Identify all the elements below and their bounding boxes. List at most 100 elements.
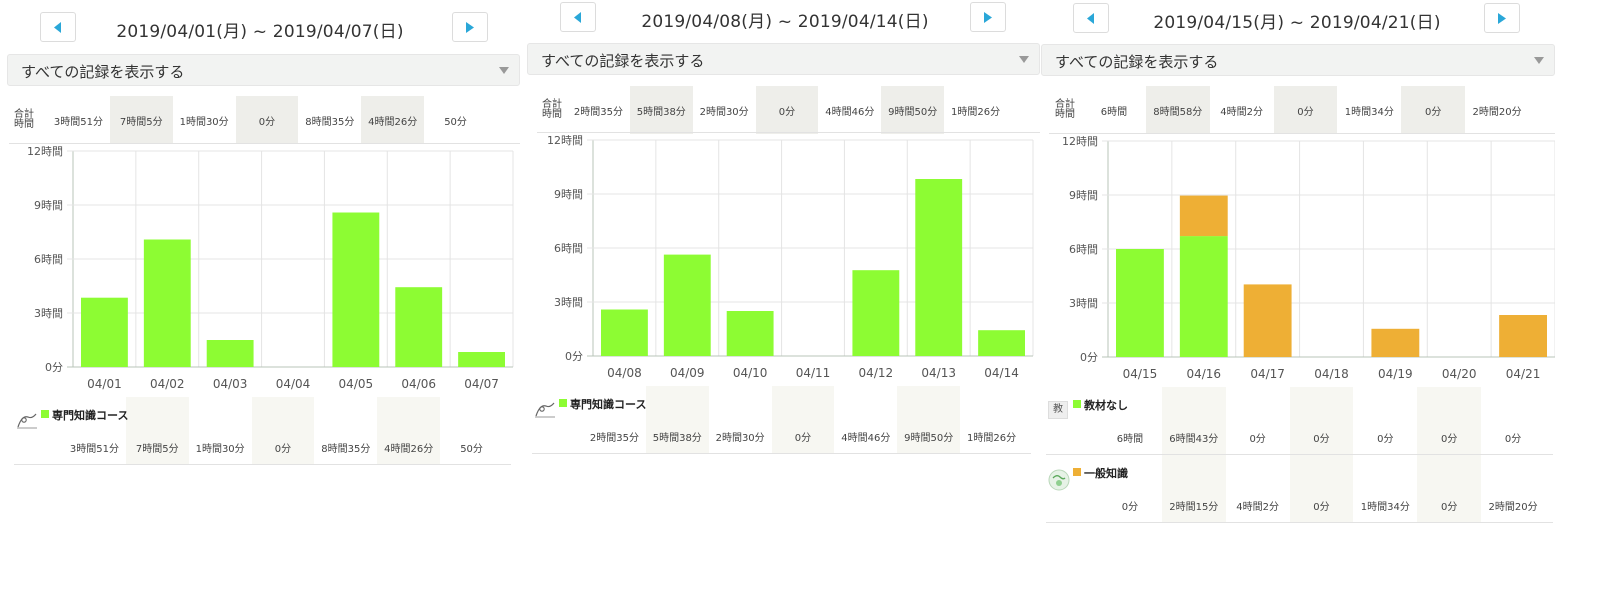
date-range-title: 2019/04/08(月) ~ 2019/04/14(日): [641, 12, 929, 32]
bar[interactable]: [852, 270, 900, 356]
legend-value: 0分: [1313, 502, 1330, 513]
legend-value-cell: 0分: [771, 386, 835, 454]
legend-value: 0分: [1377, 434, 1394, 445]
legend-name: 専門知識コース: [570, 398, 647, 411]
next-week-button[interactable]: [1484, 3, 1520, 33]
legend-value-cell: 0分: [1417, 455, 1482, 523]
total-cell: 2時間20分: [1472, 106, 1522, 118]
total-cell: 8時間58分: [1145, 86, 1210, 134]
prev-week-button[interactable]: [560, 2, 596, 32]
legend-value-cell: 1時間34分: [1353, 455, 1417, 523]
bar[interactable]: [143, 239, 191, 367]
week-panel-2: 2019/04/08(月) ~ 2019/04/14(日) すべての記録を表示す…: [520, 0, 1040, 615]
legend-value: 0分: [1504, 434, 1522, 445]
legend-value: 9時間50分: [904, 433, 954, 444]
bar[interactable]: [81, 297, 128, 367]
filter-label: すべての記録を表示する: [21, 63, 185, 81]
y-tick-label: 9時間: [1069, 189, 1098, 202]
legend-value: 3時間51分: [69, 444, 119, 455]
bar[interactable]: [1499, 315, 1547, 357]
legend-value-cell: 50分: [440, 397, 503, 465]
total-cell: 1時間34分: [1344, 106, 1394, 118]
x-tick-label: 04/02: [150, 377, 185, 390]
legend-value: 1時間26分: [967, 433, 1017, 444]
legend-value-cell: 0分: [1481, 387, 1545, 455]
bar[interactable]: [726, 311, 774, 356]
total-cell: 6時間: [1100, 106, 1128, 118]
bar[interactable]: [978, 330, 1025, 356]
y-tick-label: 3時間: [34, 307, 63, 320]
total-cell: 8時間35分: [305, 116, 355, 128]
legend-value: 50分: [460, 444, 483, 455]
legend-row: 0分 2時間15分 4時間2分 0分 1時間34分 0分 2時間20分 一般知識: [1035, 455, 1555, 523]
legend-row: 6時間 6時間43分 0分 0分 0分 0分 0分 教 教材なし: [1035, 387, 1555, 455]
total-cell: 0分: [235, 96, 299, 144]
bar-chart: 0分 3時間 6時間 9時間 12時間 04/01 04/02 04/03 04/04 04/05…: [27, 145, 514, 390]
x-tick-label: 04/16: [1186, 367, 1221, 380]
y-tick-label: 12時間: [27, 145, 63, 158]
bar[interactable]: [395, 287, 443, 367]
y-tick-label: 9時間: [554, 188, 583, 201]
bar[interactable]: [206, 340, 254, 367]
x-tick-label: 04/13: [921, 366, 956, 379]
y-tick-label: 12時間: [547, 134, 583, 147]
legend-value: 6時間43分: [1169, 434, 1219, 445]
x-tick-label: 04/07: [464, 377, 499, 390]
total-cell: 50分: [444, 116, 467, 128]
legend-value: 0分: [794, 433, 812, 444]
caret-down-icon: [499, 67, 509, 74]
record-filter-select[interactable]: すべての記録を表示する: [7, 54, 520, 86]
prev-week-button[interactable]: [1073, 3, 1109, 33]
legend-value: 7時間5分: [135, 444, 179, 455]
arrow-right-icon: [1498, 13, 1506, 24]
bar-chart: 0分 3時間 6時間 9時間 12時間 04/15 04/16 04/17 04/18 04/19…: [1062, 135, 1555, 380]
y-tick-label: 0分: [1080, 351, 1098, 364]
bar[interactable]: [1179, 195, 1228, 237]
legend-row: 2時間35分 5時間38分 2時間30分 0分 4時間46分 9時間50分 1時間26分 専門…: [520, 386, 1040, 454]
caret-down-icon: [1019, 56, 1029, 63]
bar[interactable]: [1116, 249, 1164, 357]
total-time-label: 合計時間: [542, 99, 562, 120]
x-tick-label: 04/05: [339, 377, 374, 390]
legend-value-cell: 0分: [1353, 387, 1417, 455]
total-cell: 5時間38分: [629, 86, 693, 134]
caret-down-icon: [1534, 57, 1544, 64]
bar[interactable]: [663, 254, 711, 356]
bar[interactable]: [1371, 328, 1420, 357]
next-week-button[interactable]: [970, 2, 1006, 32]
bar[interactable]: [1243, 284, 1292, 357]
y-tick-label: 6時間: [34, 253, 63, 266]
legend-value-cell: 0分: [251, 397, 315, 465]
legend-value: 0分: [1121, 502, 1139, 513]
x-tick-label: 04/21: [1506, 367, 1541, 380]
week-panel-1: 2019/04/01(月) ~ 2019/04/07(日) すべての記録を表示す…: [0, 0, 520, 615]
bar[interactable]: [332, 212, 380, 367]
legend-value: 0分: [1441, 502, 1458, 513]
record-filter-select[interactable]: すべての記録を表示する: [1041, 44, 1555, 76]
legend-value-cell: 6時間43分: [1161, 387, 1226, 455]
arrow-left-icon: [54, 22, 61, 33]
legend-value: 4時間2分: [1236, 502, 1279, 513]
legend-value-cell: 8時間35分: [314, 397, 377, 465]
legend-swatch: [1073, 400, 1081, 408]
y-tick-label: 3時間: [1069, 297, 1098, 310]
bar[interactable]: [458, 352, 505, 367]
globe-icon: [1048, 469, 1070, 495]
bar[interactable]: [1179, 236, 1228, 357]
record-filter-select[interactable]: すべての記録を表示する: [527, 43, 1040, 75]
bar[interactable]: [915, 179, 963, 356]
x-tick-label: 04/19: [1378, 367, 1413, 380]
bar[interactable]: [601, 309, 648, 356]
legend-name: 一般知識: [1084, 467, 1128, 480]
legend-value-cell: 0分: [1289, 387, 1354, 455]
textbook-icon-glyph: 教: [1048, 401, 1068, 419]
legend-value-cell: 5時間38分: [645, 386, 709, 454]
y-tick-label: 6時間: [554, 242, 583, 255]
total-cell: 2時間35分: [573, 106, 623, 118]
legend-value: 0分: [1313, 434, 1330, 445]
total-cell: 2時間30分: [699, 106, 749, 118]
bar-chart: 0分 3時間 6時間 9時間 12時間 04/08 04/09 04/10 04/11 04/12…: [547, 134, 1034, 379]
legend-value: 4時間26分: [384, 444, 434, 455]
prev-week-button[interactable]: [40, 12, 76, 42]
next-week-button[interactable]: [452, 12, 488, 42]
